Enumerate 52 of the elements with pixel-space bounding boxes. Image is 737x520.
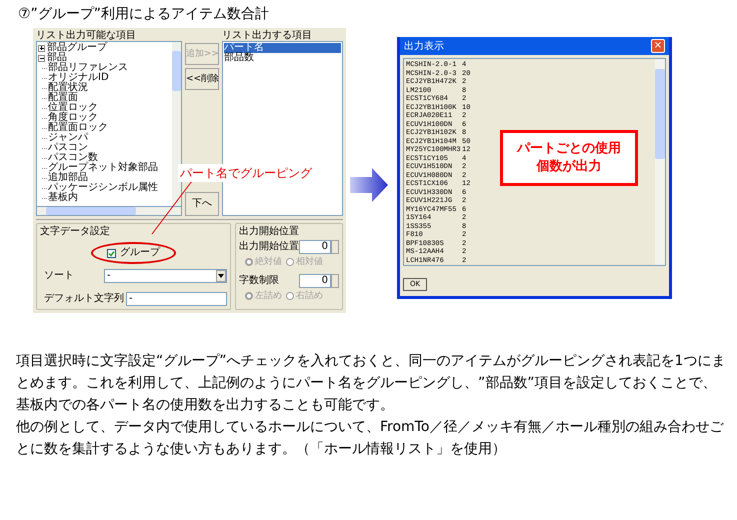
vertical-scrollbar[interactable]	[172, 42, 181, 206]
tree-item[interactable]: パスコン数	[48, 153, 98, 163]
group-checkbox[interactable]: グループ	[91, 242, 176, 264]
check-icon	[108, 250, 115, 256]
tree-item[interactable]: 配置状況	[48, 83, 88, 93]
checkbox[interactable]	[107, 248, 116, 258]
tree-item[interactable]: 部品リファレンス	[48, 63, 128, 73]
default-text-field[interactable]: -	[126, 292, 227, 306]
window-title: 出力表示	[404, 40, 444, 54]
body-paragraph: 他の例として、データ内で使用しているホールについて、FromTo／径／メッキ有無／ホール種別の組み合わせごとに数を集計するような使い方もあります。（「ホール情報リスト」を使用）	[16, 418, 725, 459]
tree-item[interactable]: 部品グループ	[47, 43, 107, 53]
expander-icon[interactable]	[38, 44, 45, 52]
tree-item[interactable]: パッケージシンボル属性	[48, 183, 158, 193]
tree-item[interactable]: グループネット対象部品	[48, 163, 158, 173]
right-arrow-icon	[350, 168, 388, 202]
list-item[interactable]: 部品数	[224, 53, 341, 63]
spin-buttons[interactable]	[331, 240, 339, 254]
group-title: 文字データ設定	[40, 227, 111, 237]
tree-item[interactable]: パスコン	[48, 143, 88, 153]
close-button[interactable]: ×	[651, 39, 665, 53]
expander-icon[interactable]	[38, 54, 45, 62]
tree-item[interactable]: 追加部品	[48, 173, 88, 183]
note-text: パートごとの使用	[517, 140, 621, 158]
list-item[interactable]: パート名	[224, 43, 341, 53]
horizontal-scrollbar[interactable]	[36, 207, 182, 216]
vertical-scrollbar[interactable]	[655, 59, 665, 265]
body-paragraph: 項目選択時に文字設定“グループ”へチェックを入れておくと、同一のアイテムがグルーピングされ表記を1つにまとめます。これを利用して、上記例のようにパート名をグルーピングし、”部品数”項目を設定しておくことで、基板内での各パート名の使用数を出力することも可能です。	[16, 352, 726, 415]
spin-buttons[interactable]	[331, 274, 339, 288]
number-field[interactable]: 0	[299, 274, 331, 288]
note-text: 個数が出力	[536, 158, 602, 176]
tree-item[interactable]: オリジナルID	[48, 73, 109, 83]
list-label: リスト出力する項目	[222, 31, 313, 41]
tree-item[interactable]: 配置面ロック	[48, 123, 108, 133]
group-title: 出力開始位置	[239, 227, 300, 237]
list-move-button[interactable]: <<削除	[185, 68, 219, 90]
list-label: リスト出力可能な項目	[36, 31, 137, 41]
tree-item[interactable]: 位置ロック	[48, 103, 98, 113]
down-button[interactable]: 下へ	[185, 192, 219, 216]
checkbox-label: グループ	[120, 248, 160, 258]
field-label: 字数制限	[239, 276, 279, 286]
callout-text: パート名でグルーピング	[178, 164, 314, 182]
section-heading: ⑦”グループ”利用によるアイテム数合計	[18, 5, 270, 24]
sort-dropdown[interactable]: -	[104, 269, 227, 283]
field-label: ソート	[43, 271, 75, 281]
field-label: 出力開始位置	[239, 242, 299, 252]
tree-item[interactable]: 角度ロック	[48, 113, 98, 123]
tree-item[interactable]: 部品	[47, 53, 67, 63]
tree-item[interactable]: 配置面	[48, 93, 78, 103]
tree-item[interactable]: 基板内	[48, 193, 78, 203]
number-field[interactable]: 0	[299, 240, 331, 254]
field-label: デフォルト文字列	[43, 294, 124, 304]
tree-item[interactable]: ジャンパ	[48, 133, 88, 143]
